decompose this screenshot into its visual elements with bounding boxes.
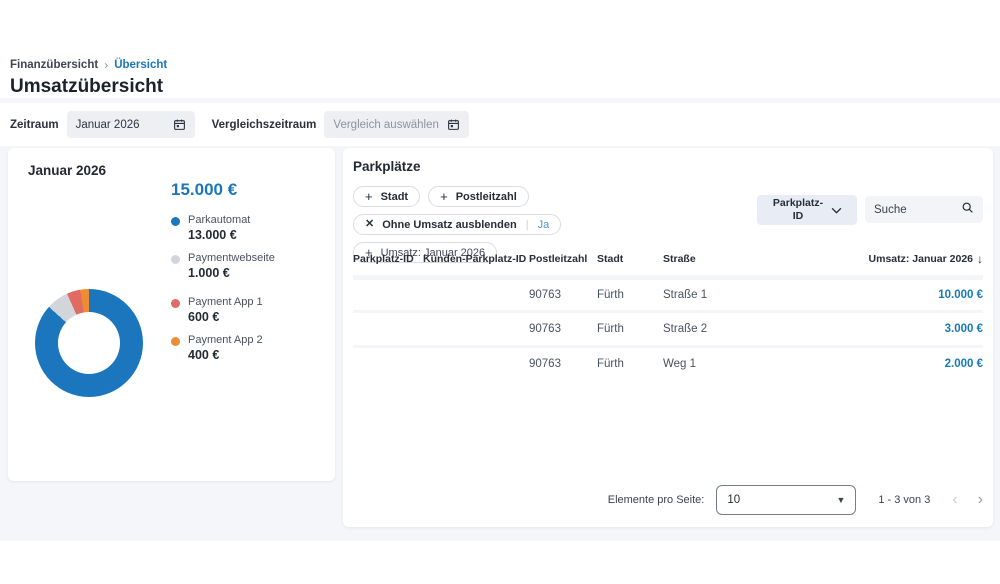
table-row[interactable]: 90763 Fürth Straße 2 3.000 € <box>353 310 983 345</box>
parkplaetze-title: Parkplätze <box>353 159 421 174</box>
table-controls: Parkplatz-ID <box>757 195 983 225</box>
chip-ohne-umsatz-ausblenden[interactable]: ✕ Ohne Umsatz ausblenden | Ja <box>353 214 561 235</box>
legend-item: Paymentwebseite 1.000 € <box>171 251 326 282</box>
legend-value: 400 € <box>188 347 263 363</box>
pagination-range: 1 - 3 von 3 <box>878 494 930 506</box>
umsatz-value: 2.000 € <box>843 358 983 370</box>
chip-add-stadt[interactable]: + Stadt <box>353 186 420 207</box>
search-box <box>865 196 983 223</box>
vergleichszeitraum-placeholder: Vergleich auswählen <box>333 119 439 131</box>
breadcrumb-parent[interactable]: Finanzübersicht <box>10 59 98 71</box>
breadcrumb-chevron-icon: › <box>104 58 108 72</box>
per-page-select[interactable]: 10 ▼ <box>716 485 856 515</box>
col-header-kunden-parkplatz-id[interactable]: Kunden-Parkplatz-ID <box>423 253 529 265</box>
vergleichszeitraum-label: Vergleichszeitraum <box>212 119 317 131</box>
per-page-label: Elemente pro Seite: <box>608 494 705 506</box>
legend-label: Payment App 2 <box>188 333 263 347</box>
legend-value: 600 € <box>188 309 263 325</box>
close-icon: ✕ <box>365 219 374 230</box>
breadcrumb-current[interactable]: Übersicht <box>114 59 167 71</box>
chart-legend: 15.000 € Parkautomat 13.000 € Paymentweb… <box>171 180 326 370</box>
chip-label: Postleitzahl <box>456 191 517 203</box>
chip-state-value: Ja <box>538 219 550 231</box>
chip-add-postleitzahl[interactable]: + Postleitzahl <box>428 186 529 207</box>
col-header-strasse[interactable]: Straße <box>663 253 843 265</box>
previous-page-icon[interactable]: ‹ <box>952 492 957 508</box>
revenue-summary-card: Januar 2026 15.000 € Parkautomat 13.000 … <box>8 148 335 481</box>
legend-dot <box>171 255 180 264</box>
legend-dot <box>171 299 180 308</box>
calendar-icon <box>447 118 460 131</box>
chip-label: Ohne Umsatz ausblenden <box>382 219 516 231</box>
search-column-value: Parkplatz-ID <box>772 197 824 222</box>
plus-icon: + <box>440 190 448 203</box>
search-column-select[interactable]: Parkplatz-ID <box>757 195 857 225</box>
chip-divider: | <box>526 219 529 231</box>
zeitraum-field[interactable]: Januar 2026 <box>67 111 195 138</box>
parkplaetze-table: Parkplatz-ID Kunden-Parkplatz-ID Postlei… <box>353 250 983 380</box>
zeitraum-label: Zeitraum <box>10 119 59 131</box>
total-revenue: 15.000 € <box>171 180 326 200</box>
legend-dot <box>171 217 180 226</box>
umsatz-value: 10.000 € <box>843 289 983 301</box>
plus-icon: + <box>365 190 373 203</box>
page-title: Umsatzübersicht <box>10 76 1000 98</box>
main-content: Januar 2026 15.000 € Parkautomat 13.000 … <box>0 146 1000 541</box>
legend-label: Paymentwebseite <box>188 251 275 265</box>
legend-item: Payment App 2 400 € <box>171 333 326 364</box>
breadcrumb: Finanzübersicht › Übersicht <box>10 58 1000 72</box>
donut-chart <box>35 289 143 397</box>
parkplaetze-card: Parkplätze + Stadt + Postleitzahl ✕ Ohne… <box>343 148 993 527</box>
table-row[interactable]: 90763 Fürth Weg 1 2.000 € <box>353 345 983 380</box>
col-header-postleitzahl[interactable]: Postleitzahl <box>529 253 597 265</box>
legend-item: Parkautomat 13.000 € <box>171 213 326 244</box>
summary-period-title: Januar 2026 <box>28 163 106 178</box>
legend-label: Payment App 1 <box>188 295 263 309</box>
pagination: Elemente pro Seite: 10 ▼ 1 - 3 von 3 ‹ › <box>608 485 983 515</box>
col-header-stadt[interactable]: Stadt <box>597 253 663 265</box>
zeitraum-value: Januar 2026 <box>76 119 140 131</box>
legend-value: 1.000 € <box>188 265 275 281</box>
page-header: Finanzübersicht › Übersicht Umsatzübersi… <box>0 0 1000 98</box>
legend-dot <box>171 337 180 346</box>
search-icon[interactable] <box>961 201 974 219</box>
search-input[interactable] <box>874 204 952 216</box>
col-header-umsatz[interactable]: Umsatz: Januar 2026 ↓ <box>843 252 983 266</box>
select-caret-icon: ▼ <box>836 495 845 505</box>
calendar-icon <box>173 118 186 131</box>
filter-bar: Zeitraum Januar 2026 Vergleichszeitraum … <box>0 103 1000 146</box>
col-header-parkplatz-id[interactable]: Parkplatz-ID <box>353 253 423 265</box>
next-page-icon[interactable]: › <box>978 492 983 508</box>
legend-item: Payment App 1 600 € <box>171 295 326 326</box>
chip-label: Stadt <box>381 191 409 203</box>
per-page-value: 10 <box>727 494 740 506</box>
page: Finanzübersicht › Übersicht Umsatzübersi… <box>0 0 1000 584</box>
vergleichszeitraum-field[interactable]: Vergleich auswählen <box>324 111 469 138</box>
sort-descending-icon[interactable]: ↓ <box>977 252 983 266</box>
chevron-down-icon <box>831 201 842 219</box>
legend-label: Parkautomat <box>188 213 250 227</box>
umsatz-value: 3.000 € <box>843 323 983 335</box>
table-row[interactable]: 90763 Fürth Straße 1 10.000 € <box>353 275 983 310</box>
table-header-row: Parkplatz-ID Kunden-Parkplatz-ID Postlei… <box>353 250 983 275</box>
legend-value: 13.000 € <box>188 227 250 243</box>
